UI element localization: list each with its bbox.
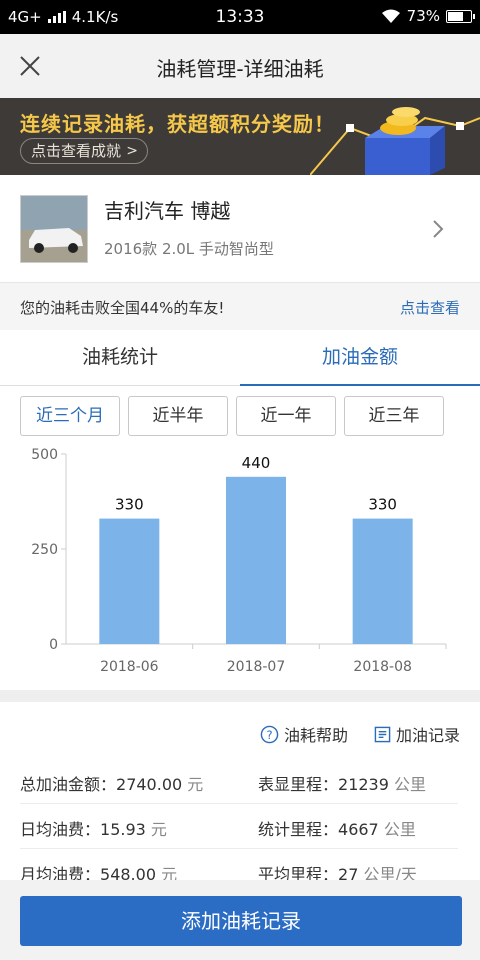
bar-data-label: 330 bbox=[368, 496, 397, 514]
car-spec: 2016款 2.0L 手动智尚型 bbox=[104, 240, 274, 258]
battery-percent: 73% bbox=[406, 7, 440, 25]
bar-data-label: 330 bbox=[115, 496, 144, 514]
x-tick-label: 2018-08 bbox=[353, 659, 412, 675]
ranking-text: 您的油耗击败全国44%的车友! bbox=[20, 299, 225, 317]
range-3-years-button[interactable]: 近三年 bbox=[344, 396, 444, 436]
stats-panel: ? 油耗帮助 加油记录 总加油金额：2740.00 元 表显里程：21239 公… bbox=[0, 702, 480, 892]
stat-tracked-mileage: 统计里程：4667 公里 bbox=[258, 820, 416, 839]
page-title: 油耗管理-详细油耗 bbox=[156, 57, 324, 81]
tab-bar: 油耗统计 加油金额 bbox=[0, 330, 480, 386]
nav-bar: 油耗管理-详细油耗 bbox=[0, 34, 480, 98]
banner-headline: 连续记录油耗，获超额积分奖励！ bbox=[20, 112, 335, 136]
car-name: 吉利汽车 博越 bbox=[104, 199, 231, 223]
bar-chart: 500 250 0 330 2018-06 440 2018-07 330 2018-08 bbox=[31, 447, 447, 675]
car-thumbnail bbox=[20, 195, 88, 263]
y-tick-label: 0 bbox=[49, 637, 58, 653]
x-tick-label: 2018-06 bbox=[100, 659, 159, 675]
list-icon bbox=[374, 726, 391, 742]
banner-cta-button[interactable]: 点击查看成就 > bbox=[20, 138, 149, 164]
section-divider bbox=[0, 690, 480, 702]
add-fuel-record-button[interactable]: 添加油耗记录 bbox=[20, 896, 462, 946]
help-circle-icon: ? bbox=[260, 725, 279, 743]
stat-daily-cost: 日均油费：15.93 元 bbox=[20, 820, 167, 839]
chevron-right-icon bbox=[433, 220, 444, 238]
bar bbox=[226, 476, 286, 644]
y-tick-label: 250 bbox=[31, 542, 58, 558]
range-6-months-button[interactable]: 近半年 bbox=[128, 396, 228, 436]
banner-cta-label: 点击查看成就 bbox=[31, 142, 122, 160]
chevron-right-icon: > bbox=[126, 143, 139, 159]
stat-row: 日均油费：15.93 元 统计里程：4667 公里 bbox=[20, 804, 458, 849]
stats-links: ? 油耗帮助 加油记录 bbox=[260, 722, 460, 746]
status-right: 73% bbox=[381, 7, 475, 25]
stat-row: 总加油金额：2740.00 元 表显里程：21239 公里 bbox=[20, 759, 458, 804]
range-3-months-button[interactable]: 近三个月 bbox=[20, 396, 120, 436]
ranking-row: 您的油耗击败全国44%的车友! 点击查看 bbox=[0, 283, 480, 330]
refuel-records-label: 加油记录 bbox=[395, 726, 460, 745]
battery-fill bbox=[448, 11, 463, 21]
tab-fuel-stats[interactable]: 油耗统计 bbox=[0, 330, 240, 386]
ranking-view-link[interactable]: 点击查看 bbox=[400, 297, 460, 318]
stat-odometer: 表显里程：21239 公里 bbox=[258, 775, 427, 794]
wifi-icon bbox=[381, 9, 400, 23]
fuel-help-link[interactable]: ? 油耗帮助 bbox=[260, 722, 348, 746]
svg-text:?: ? bbox=[266, 727, 272, 741]
car-info-row[interactable]: 吉利汽车 博越 2016款 2.0L 手动智尚型 bbox=[0, 175, 480, 283]
range-1-year-button[interactable]: 近一年 bbox=[236, 396, 336, 436]
refuel-records-link[interactable]: 加油记录 bbox=[374, 722, 460, 746]
status-bar: 4G+ 4.1K/s 13:33 73% bbox=[0, 0, 480, 34]
refuel-amount-chart: 500 250 0 330 2018-06 440 2018-07 330 2018-08 bbox=[0, 442, 480, 690]
rewards-illustration bbox=[310, 107, 480, 175]
bar bbox=[99, 518, 160, 644]
bar bbox=[352, 518, 413, 644]
bottom-bar: 添加油耗记录 bbox=[0, 880, 480, 960]
range-selector: 近三个月 近半年 近一年 近三年 bbox=[0, 386, 480, 442]
promo-banner[interactable]: 连续记录油耗，获超额积分奖励！ 点击查看成就 > bbox=[0, 98, 480, 175]
fuel-help-label: 油耗帮助 bbox=[283, 726, 348, 745]
battery-icon bbox=[446, 9, 475, 23]
x-tick-label: 2018-07 bbox=[227, 659, 286, 675]
y-tick-label: 500 bbox=[31, 447, 58, 463]
bar-data-label: 440 bbox=[242, 454, 271, 472]
stat-total-amount: 总加油金额：2740.00 元 bbox=[20, 775, 204, 794]
tab-refuel-amount[interactable]: 加油金额 bbox=[240, 330, 480, 386]
